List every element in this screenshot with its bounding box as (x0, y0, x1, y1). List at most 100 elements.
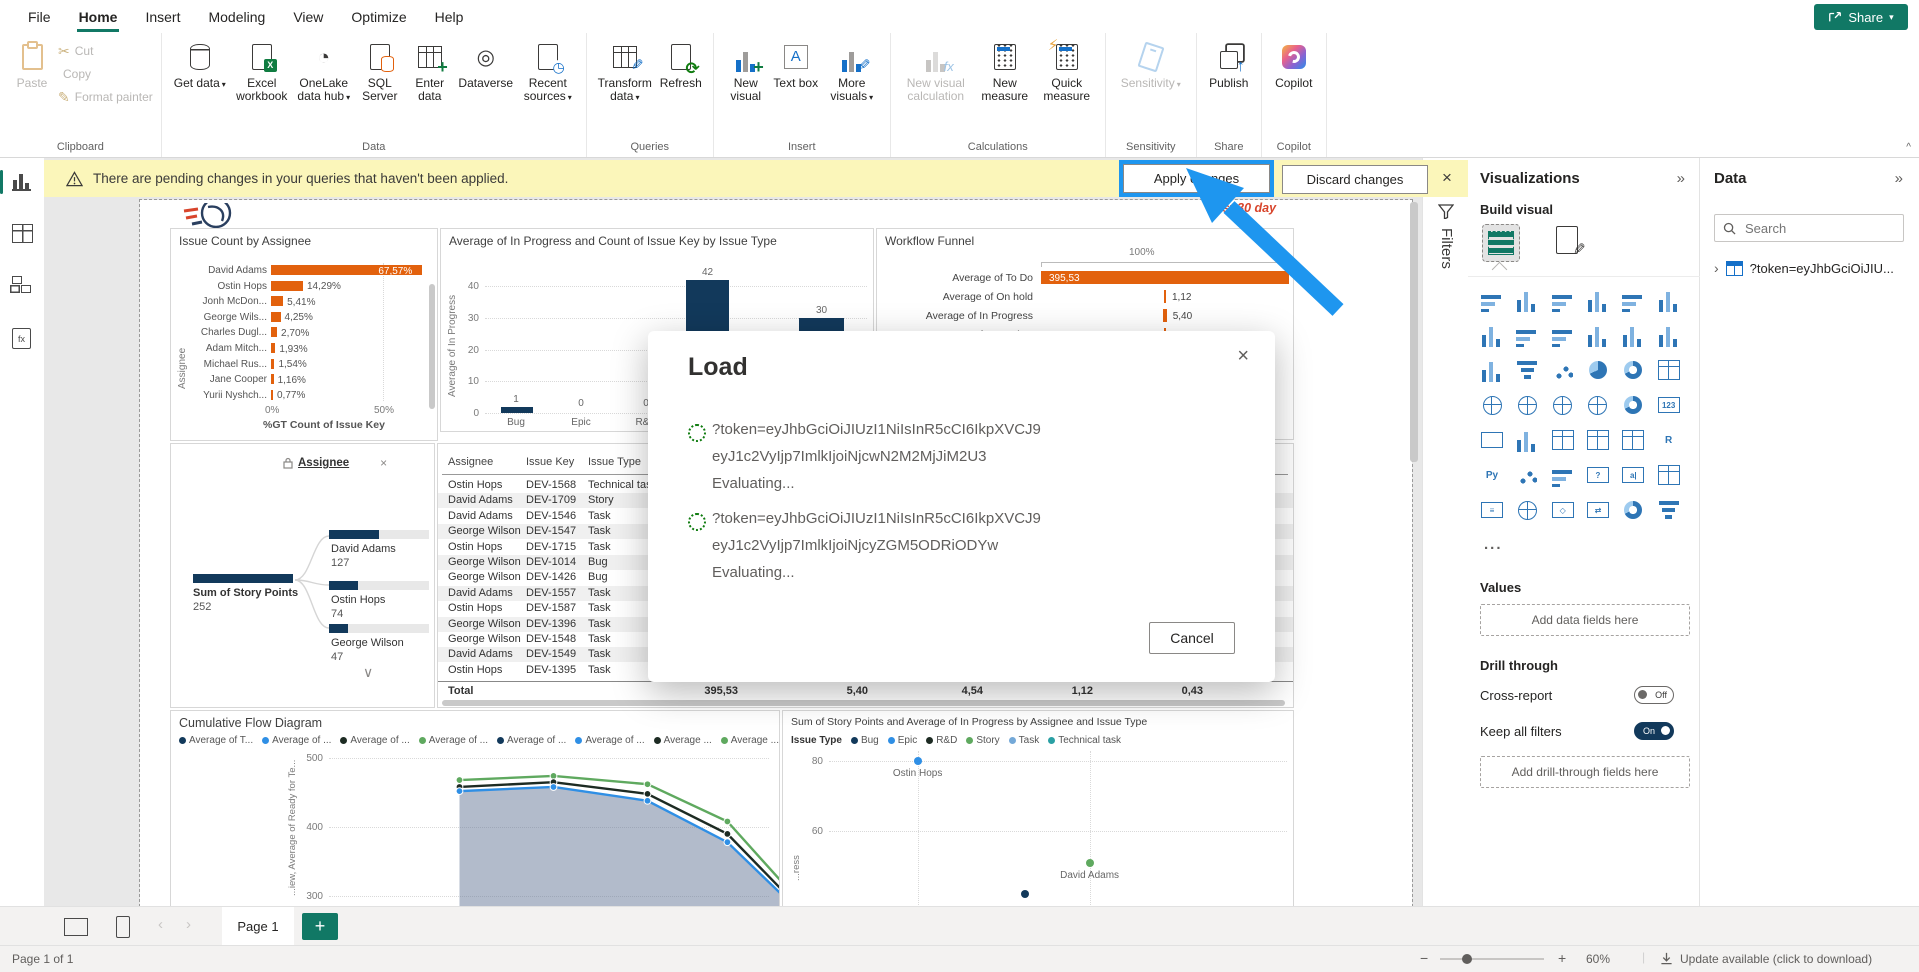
model-item-row[interactable]: › ?token=eyJhbGciOiJIU... (1714, 260, 1894, 276)
funnel-bar[interactable] (1164, 290, 1166, 303)
filled-map-icon[interactable] (1515, 393, 1539, 417)
ribbon-chart-icon[interactable] (1657, 323, 1681, 347)
excel-workbook-button[interactable]: XExcel workbook (232, 39, 292, 104)
bar[interactable] (271, 390, 273, 400)
shape-map-icon[interactable] (1551, 393, 1575, 417)
visualizations-collapse-icon[interactable]: » (1677, 170, 1685, 187)
arcgis-map-icon[interactable] (1515, 498, 1539, 522)
tree-expand-icon[interactable]: ∨ (363, 664, 373, 681)
line-and-stacked-column-chart-icon[interactable] (1586, 323, 1610, 347)
zoom-slider[interactable] (1440, 958, 1544, 960)
model-view-icon[interactable] (12, 276, 33, 297)
bar[interactable] (271, 374, 274, 384)
angle-gauge-icon[interactable] (1657, 498, 1681, 522)
scatter-point[interactable] (1021, 890, 1029, 898)
keep-all-filters-toggle[interactable]: On (1634, 722, 1674, 740)
quick-measure-button[interactable]: ⚡Quick measure (1037, 39, 1097, 104)
menu-item-optimize[interactable]: Optimize (337, 3, 420, 31)
line-and-clustered-column-chart-icon[interactable] (1621, 323, 1645, 347)
stacked-column-chart-icon[interactable] (1515, 288, 1539, 312)
refresh-button[interactable]: ⟳Refresh (657, 39, 705, 90)
legend-item[interactable]: R&D (926, 735, 957, 746)
waterfall-chart-icon[interactable] (1480, 358, 1504, 382)
menu-item-home[interactable]: Home (65, 3, 132, 31)
filters-pane-collapsed[interactable]: Filters (1422, 158, 1470, 906)
azure-map-icon[interactable] (1586, 393, 1610, 417)
matrix-icon[interactable] (1621, 428, 1645, 452)
tab-build-visual[interactable] (1482, 224, 1520, 262)
slicer-icon[interactable] (1551, 428, 1575, 452)
clustered-bar-chart-icon[interactable] (1551, 288, 1575, 312)
legend-item[interactable]: Task (1009, 735, 1040, 746)
mobile-layout-icon[interactable] (116, 916, 130, 938)
bar[interactable] (271, 296, 283, 306)
visual-issue-count-by-assignee[interactable]: Issue Count by AssigneeAssigneeDavid Ada… (170, 228, 438, 441)
canvas-vertical-scrollbar[interactable] (1410, 202, 1418, 462)
transform-data-button[interactable]: ✎Transform data▾ (595, 39, 655, 104)
paginated-report-icon[interactable]: ≡ (1480, 498, 1504, 522)
ribbon-collapse-icon[interactable]: ^ (1906, 142, 1911, 153)
bar[interactable] (271, 281, 303, 291)
gauge-icon[interactable] (1621, 393, 1645, 417)
legend-item[interactable]: Technical task (1048, 735, 1121, 746)
smart-narrative-icon[interactable]: a| (1621, 463, 1645, 487)
r-script-visual-icon[interactable]: R (1657, 428, 1681, 452)
scatter-chart-icon[interactable] (1551, 358, 1575, 382)
add-page-button[interactable]: + (302, 913, 338, 940)
cancel-button[interactable]: Cancel (1149, 622, 1235, 654)
search-input[interactable] (1743, 220, 1887, 237)
power-automate-icon[interactable]: ⇄ (1586, 498, 1610, 522)
sql-server-button[interactable]: SQL Server (356, 39, 404, 104)
prev-page-icon[interactable]: ‹ (158, 916, 163, 933)
page-tab[interactable]: Page 1 (222, 907, 294, 946)
apply-changes-button[interactable]: Apply changes (1123, 164, 1270, 193)
python-visual-icon[interactable]: Py (1480, 463, 1504, 487)
table-icon[interactable] (1586, 428, 1610, 452)
visual-decomposition-tree[interactable]: Assignee×Sum of Story Points252David Ada… (170, 443, 435, 708)
bar-small[interactable] (501, 407, 533, 413)
new-measure-button[interactable]: New measure (975, 39, 1035, 104)
text-box-button[interactable]: AText box (772, 39, 820, 90)
power-apps-icon[interactable]: ◇ (1551, 498, 1575, 522)
get-data-button[interactable]: Get data▾ (170, 39, 230, 90)
stacked-area-chart-icon[interactable] (1551, 323, 1575, 347)
data-panel-collapse-icon[interactable]: » (1895, 170, 1903, 187)
bar[interactable] (271, 343, 275, 353)
menu-item-modeling[interactable]: Modeling (194, 3, 279, 31)
table-view-icon[interactable] (12, 224, 33, 245)
treemap-icon[interactable] (1657, 358, 1681, 382)
visual-scatter-story-points[interactable]: Sum of Story Points and Average of In Pr… (782, 710, 1294, 906)
tree-node-bar[interactable] (329, 581, 358, 590)
recent-sources-button[interactable]: ◷Recent sources▾ (518, 39, 578, 104)
next-page-icon[interactable]: › (186, 916, 191, 933)
cross-report-toggle[interactable]: Off (1634, 686, 1674, 704)
more-visuals-button[interactable]: ✎More visuals▾ (822, 39, 882, 104)
area-chart-icon[interactable] (1515, 323, 1539, 347)
100-stacked-bar-chart-icon[interactable] (1621, 288, 1645, 312)
legend-item[interactable]: Epic (888, 735, 917, 746)
bar[interactable] (271, 327, 277, 337)
more-visual-types[interactable]: ... (1484, 536, 1503, 553)
pie-chart-icon[interactable] (1586, 358, 1610, 382)
tree-node-bar[interactable] (329, 624, 348, 633)
zoom-slider-handle[interactable] (1462, 954, 1472, 964)
copilot-button[interactable]: Copilot (1270, 39, 1318, 90)
menu-item-view[interactable]: View (279, 3, 337, 31)
100-stacked-column-chart-icon[interactable] (1657, 288, 1681, 312)
zoom-in-icon[interactable]: + (1558, 950, 1566, 966)
onelake-data-hub-button[interactable]: ◔OneLake data hub▾ (294, 39, 354, 104)
tab-format-visual[interactable]: ✎ (1556, 226, 1586, 260)
update-available-link[interactable]: Update available (click to download) (1680, 952, 1872, 966)
menu-item-file[interactable]: File (14, 3, 65, 31)
share-button[interactable]: Share ▾ (1814, 4, 1908, 30)
legend-item[interactable]: Story (966, 735, 999, 746)
discard-changes-button[interactable]: Discard changes (1282, 165, 1428, 194)
dataverse-button[interactable]: ◎Dataverse (456, 39, 516, 90)
visual-cumulative-flow-diagram[interactable]: Cumulative Flow DiagramAverage of T...Av… (170, 710, 780, 906)
key-influencers-icon[interactable] (1515, 463, 1539, 487)
visual-scrollbar[interactable] (429, 284, 435, 409)
bar[interactable] (271, 312, 281, 322)
tree-root-bar[interactable] (193, 574, 293, 583)
publish-button[interactable]: ↑Publish (1205, 39, 1253, 90)
clustered-column-chart-icon[interactable] (1586, 288, 1610, 312)
